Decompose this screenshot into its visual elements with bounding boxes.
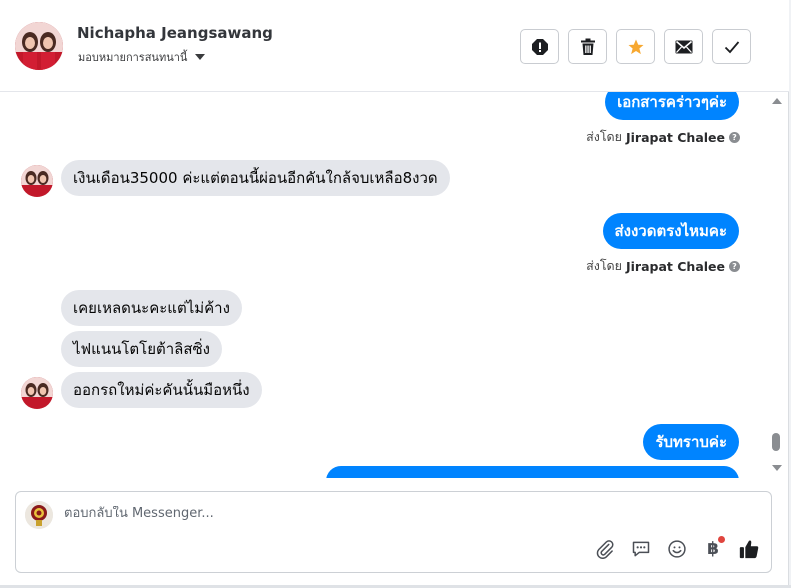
scroll-up-icon[interactable] (771, 97, 783, 105)
envelope-icon (675, 40, 692, 53)
chevron-down-icon (195, 54, 206, 60)
conversation-header: Nichapha Jeangsawang มอบหมายการสนทนานี้ (0, 0, 789, 92)
paperclip-icon (596, 540, 614, 559)
emoji-button[interactable] (666, 538, 688, 560)
outgoing-message-partial[interactable] (326, 466, 739, 478)
chat-bubble-icon (632, 541, 650, 557)
contact-avatar[interactable] (15, 22, 63, 70)
contact-avatar-small[interactable] (21, 377, 53, 409)
attach-button[interactable] (594, 538, 616, 560)
incoming-message[interactable]: ไฟแนนโตโยต้าลิสซิ่ง (61, 331, 222, 367)
sent-by-label: ส่งโดย Jirapat Chalee ? (586, 256, 740, 276)
contact-avatar-small[interactable] (21, 165, 53, 197)
sent-by-agent: Jirapat Chalee (626, 129, 725, 145)
payment-button[interactable]: ฿ (702, 536, 725, 560)
contact-name[interactable]: Nichapha Jeangsawang (77, 24, 273, 42)
star-icon (628, 39, 643, 54)
assign-label: มอบหมายการสนทนานี้ (78, 51, 188, 64)
incoming-message[interactable]: ออกรถใหม่ค่ะคันนั้นมือหนึ่ง (61, 372, 262, 408)
mark-done-button[interactable] (712, 29, 751, 64)
smiley-icon (668, 540, 686, 558)
message-thread[interactable]: เอกสารคร่าวๆค่ะ ส่งโดย Jirapat Chalee ? … (0, 92, 764, 478)
scrollbar-thumb[interactable] (772, 433, 780, 451)
mark-unread-button[interactable] (664, 29, 703, 64)
outgoing-message[interactable]: รับทราบค่ะ (643, 424, 739, 460)
trash-icon (580, 38, 595, 55)
report-button[interactable] (520, 29, 559, 64)
reply-composer: ฿ (15, 491, 772, 573)
question-mark-icon[interactable]: ? (729, 260, 740, 272)
sent-by-label: ส่งโดย Jirapat Chalee ? (586, 127, 740, 147)
outgoing-message[interactable]: เอกสารคร่าวๆค่ะ (605, 92, 739, 120)
page-avatar (25, 501, 53, 529)
sent-by-agent: Jirapat Chalee (626, 258, 725, 274)
thumbs-up-icon (739, 540, 759, 559)
reply-input[interactable] (64, 506, 564, 521)
question-mark-icon[interactable]: ? (729, 131, 740, 143)
sent-by-prefix: ส่งโดย (586, 258, 622, 273)
report-icon (531, 38, 548, 55)
assign-conversation-dropdown[interactable]: มอบหมายการสนทนานี้ (78, 48, 206, 66)
sent-by-prefix: ส่งโดย (586, 129, 622, 144)
messenger-conversation-panel: Nichapha Jeangsawang มอบหมายการสนทนานี้ (0, 0, 791, 588)
notification-dot (718, 536, 725, 543)
scroll-down-icon[interactable] (771, 464, 783, 472)
like-button[interactable] (738, 538, 760, 560)
saved-replies-button[interactable] (630, 538, 652, 560)
incoming-message[interactable]: เงินเดือน35000 ค่ะแต่ตอนนี้ผ่อนอีกคันใกล… (61, 160, 450, 196)
baht-icon: ฿ (707, 539, 719, 559)
check-icon (724, 40, 739, 53)
incoming-message[interactable]: เคยเหลดนะคะแต่ไม่ค้าง (61, 290, 242, 326)
delete-button[interactable] (568, 29, 607, 64)
conversation-actions (520, 29, 751, 64)
star-button[interactable] (616, 29, 655, 64)
composer-tools: ฿ (594, 536, 760, 560)
thread-scrollbar[interactable] (766, 92, 788, 478)
outgoing-message[interactable]: ส่งงวดตรงไหมคะ (602, 213, 739, 249)
